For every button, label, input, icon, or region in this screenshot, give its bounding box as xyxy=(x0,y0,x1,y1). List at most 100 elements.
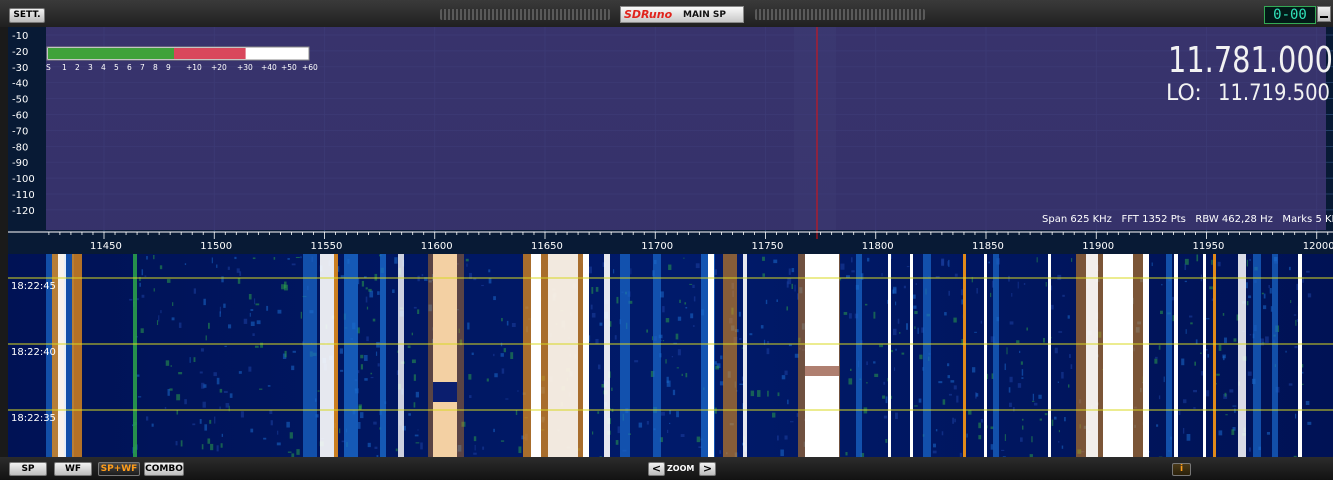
zoom-in-button[interactable]: > xyxy=(699,462,716,476)
waterfall-noise xyxy=(1269,287,1272,294)
waterfall-noise xyxy=(616,296,619,304)
waterfall-noise xyxy=(295,256,300,259)
waterfall-noise xyxy=(1266,431,1270,435)
waterfall-noise xyxy=(1008,275,1010,282)
waterfall-noise xyxy=(1057,274,1062,280)
waterfall-noise xyxy=(892,328,897,336)
waterfall-noise xyxy=(1186,434,1191,441)
waterfall-noise xyxy=(1211,259,1213,265)
waterfall-band xyxy=(1203,254,1206,457)
waterfall-noise xyxy=(1033,402,1038,406)
waterfall-noise xyxy=(788,344,792,347)
waterfall-noise xyxy=(599,322,603,326)
spectrum-display[interactable]: -10 -20 -30 -40 -50 -60 -70 -80 -90 -100 -110 -120 … xyxy=(8,27,1333,254)
waterfall-noise xyxy=(1232,405,1237,407)
waterfall-noise xyxy=(254,345,259,348)
waterfall-noise xyxy=(662,340,664,342)
waterfall-noise xyxy=(1231,429,1235,435)
waterfall-noise xyxy=(952,417,955,424)
waterfall-noise xyxy=(777,392,780,397)
lo-readout[interactable]: 11.719.500 xyxy=(1218,81,1330,106)
waterfall-noise xyxy=(1217,261,1221,267)
waterfall-noise xyxy=(1263,305,1267,310)
waterfall-noise xyxy=(267,385,271,387)
waterfall-display[interactable]: 18:22:45 18:22:40 18:22:35 xyxy=(8,254,1333,457)
waterfall-noise xyxy=(269,410,273,415)
waterfall-band xyxy=(963,254,966,457)
waterfall-noise xyxy=(851,270,855,273)
waterfall-noise xyxy=(465,258,469,262)
waterfall-noise xyxy=(137,396,142,398)
waterfall-noise xyxy=(1057,381,1059,383)
waterfall-noise xyxy=(210,443,214,451)
smeter-scale-label: S xyxy=(46,63,51,72)
waterfall-noise xyxy=(1155,356,1158,359)
waterfall-noise xyxy=(1285,350,1287,353)
waterfall-noise xyxy=(199,418,202,424)
waterfall-noise xyxy=(864,303,868,306)
drag-handle-left[interactable] xyxy=(440,9,610,20)
drag-handle-right[interactable] xyxy=(755,9,925,20)
waterfall-noise xyxy=(1067,315,1070,319)
waterfall-noise xyxy=(360,412,364,419)
info-button[interactable]: i xyxy=(1172,463,1191,476)
waterfall-noise xyxy=(1006,347,1008,355)
smeter-scale-label: +10 xyxy=(186,63,202,72)
waterfall-noise xyxy=(361,280,365,287)
waterfall-noise xyxy=(270,420,273,426)
waterfall-noise xyxy=(170,365,172,367)
waterfall-noise xyxy=(166,279,171,283)
frequency-readout[interactable]: 11.781.000 xyxy=(1168,40,1333,81)
waterfall-noise xyxy=(207,438,211,444)
waterfall-noise xyxy=(1246,259,1248,267)
panel-title-box: SDRuno MAIN SP xyxy=(620,6,744,23)
s-meter-red-bar xyxy=(174,48,246,59)
waterfall-noise xyxy=(873,361,876,364)
waterfall-noise xyxy=(1294,345,1298,349)
waterfall-noise xyxy=(473,452,477,455)
waterfall-noise xyxy=(165,360,170,366)
waterfall-noise xyxy=(1224,392,1227,397)
waterfall-noise xyxy=(693,296,696,302)
settings-button[interactable]: SETT. xyxy=(9,8,45,23)
waterfall-noise xyxy=(184,399,187,405)
freq-scale-label: 11500 xyxy=(200,241,232,252)
waterfall-band xyxy=(303,254,317,457)
waterfall-noise xyxy=(482,446,485,450)
wf-view-button[interactable]: WF xyxy=(54,462,92,476)
db-scale-label: -20 xyxy=(12,47,28,58)
combo-view-button[interactable]: COMBO xyxy=(144,462,184,476)
waterfall-noise xyxy=(273,257,276,260)
spectrum-graph[interactable]: -10-20-30-40-50-60-70-80-90-100-110-120 … xyxy=(8,27,1333,254)
sp-view-button[interactable]: SP xyxy=(9,462,47,476)
waterfall-noise xyxy=(494,373,498,378)
db-scale-label: -40 xyxy=(12,79,28,90)
waterfall-noise xyxy=(144,275,147,277)
smeter-scale-label: 6 xyxy=(127,63,132,72)
waterfall-noise xyxy=(675,333,679,340)
waterfall-noise xyxy=(201,444,204,450)
minimize-button[interactable] xyxy=(1317,6,1331,22)
waterfall-noise xyxy=(189,357,191,363)
waterfall-noise xyxy=(1184,263,1187,271)
waterfall-noise xyxy=(1020,361,1023,365)
waterfall-noise xyxy=(518,446,522,454)
zoom-out-button[interactable]: < xyxy=(648,462,665,476)
waterfall-graph[interactable]: 18:22:45 18:22:40 18:22:35 xyxy=(8,254,1333,457)
waterfall-noise xyxy=(1305,400,1310,405)
waterfall-noise xyxy=(375,351,378,356)
waterfall-noise xyxy=(505,398,509,400)
waterfall-noise xyxy=(917,327,919,334)
waterfall-noise xyxy=(158,315,160,322)
waterfall-noise xyxy=(777,435,779,441)
waterfall-noise xyxy=(757,390,761,397)
spwf-view-button[interactable]: SP+WF xyxy=(98,462,140,476)
smeter-scale-label: +50 xyxy=(281,63,297,72)
waterfall-band xyxy=(428,254,464,457)
waterfall-noise xyxy=(719,381,724,386)
waterfall-noise xyxy=(287,451,292,453)
waterfall-noise xyxy=(668,264,672,271)
waterfall-noise xyxy=(1222,313,1225,316)
db-scale-label: -90 xyxy=(12,158,28,169)
sdruno-logo: SDRuno xyxy=(624,8,673,21)
